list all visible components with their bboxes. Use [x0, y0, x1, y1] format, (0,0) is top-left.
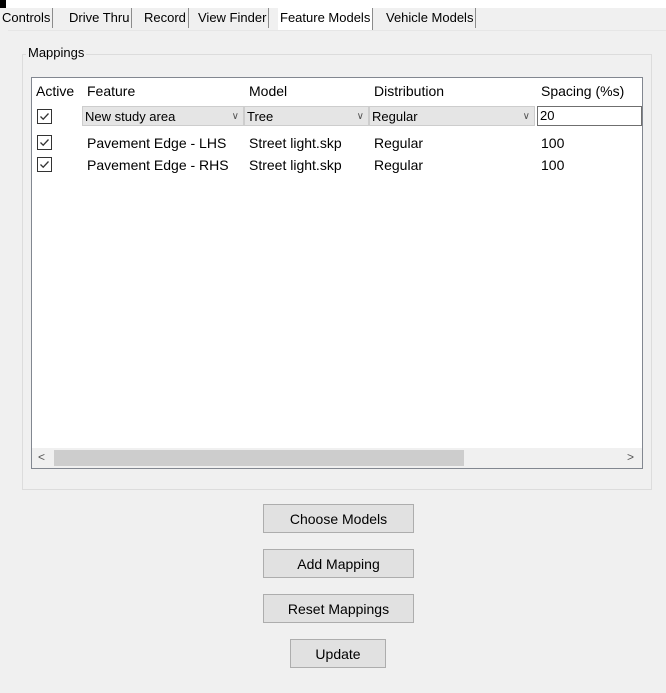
- tab-vehicle-models[interactable]: Vehicle Models: [384, 8, 477, 28]
- window-top-strip: [0, 0, 666, 8]
- column-header-feature[interactable]: Feature: [87, 83, 135, 99]
- active-checkbox[interactable]: [37, 135, 52, 150]
- checkmark-icon: [40, 139, 49, 147]
- tab-feature-models[interactable]: Feature Models: [278, 8, 374, 30]
- column-header-model[interactable]: Model: [249, 83, 287, 99]
- checkmark-icon: [40, 161, 49, 169]
- spacing-cell: 100: [541, 157, 565, 173]
- table-row[interactable]: Pavement Edge - LHS Street light.skp Reg…: [32, 132, 642, 154]
- edit-row: New study area ∨ Tree ∨ Regular ∨ 20: [32, 106, 642, 128]
- active-checkbox[interactable]: [37, 109, 52, 124]
- column-header-active[interactable]: Active: [36, 83, 74, 99]
- scrollbar-thumb[interactable]: [54, 450, 464, 466]
- model-dropdown[interactable]: Tree ∨: [244, 106, 369, 126]
- tab-controls[interactable]: Controls: [0, 8, 54, 28]
- update-button[interactable]: Update: [290, 639, 386, 668]
- chevron-down-icon: ∨: [231, 111, 239, 122]
- tab-bar: Controls Drive Thru Record View Finder F…: [0, 8, 666, 30]
- title-fragment: [0, 0, 6, 8]
- spacing-cell: 100: [541, 135, 565, 151]
- chevron-down-icon: ∨: [522, 111, 530, 122]
- mappings-group-title: Mappings: [26, 45, 87, 60]
- tab-view-finder[interactable]: View Finder: [196, 8, 270, 28]
- reset-mappings-button[interactable]: Reset Mappings: [263, 594, 414, 623]
- feature-cell: Pavement Edge - LHS: [87, 135, 227, 151]
- spacing-input[interactable]: 20: [537, 106, 642, 126]
- chevron-down-icon: ∨: [356, 111, 364, 122]
- feature-cell: Pavement Edge - RHS: [87, 157, 229, 173]
- tab-record[interactable]: Record: [142, 8, 189, 28]
- scroll-left-icon[interactable]: <: [38, 450, 45, 464]
- mappings-list[interactable]: Active Feature Model Distribution Spacin…: [31, 77, 643, 469]
- checkmark-icon: [40, 113, 49, 121]
- feature-dropdown-value: New study area: [85, 109, 176, 124]
- model-cell: Street light.skp: [249, 157, 342, 173]
- distribution-cell: Regular: [374, 135, 424, 151]
- distribution-dropdown-value: Regular: [372, 109, 418, 124]
- distribution-cell: Regular: [374, 157, 424, 173]
- feature-dropdown[interactable]: New study area ∨: [82, 106, 244, 126]
- distribution-dropdown[interactable]: Regular ∨: [369, 106, 535, 126]
- scroll-right-icon[interactable]: >: [627, 450, 634, 464]
- choose-models-button[interactable]: Choose Models: [263, 504, 414, 533]
- column-header-distribution[interactable]: Distribution: [374, 83, 444, 99]
- tab-drive-thru[interactable]: Drive Thru: [67, 8, 133, 28]
- column-header-spacing[interactable]: Spacing (%s): [541, 83, 624, 99]
- model-dropdown-value: Tree: [247, 109, 274, 124]
- add-mapping-button[interactable]: Add Mapping: [263, 549, 414, 578]
- horizontal-scrollbar[interactable]: < >: [32, 448, 642, 468]
- table-row[interactable]: Pavement Edge - RHS Street light.skp Reg…: [32, 154, 642, 176]
- model-cell: Street light.skp: [249, 135, 342, 151]
- active-checkbox[interactable]: [37, 157, 52, 172]
